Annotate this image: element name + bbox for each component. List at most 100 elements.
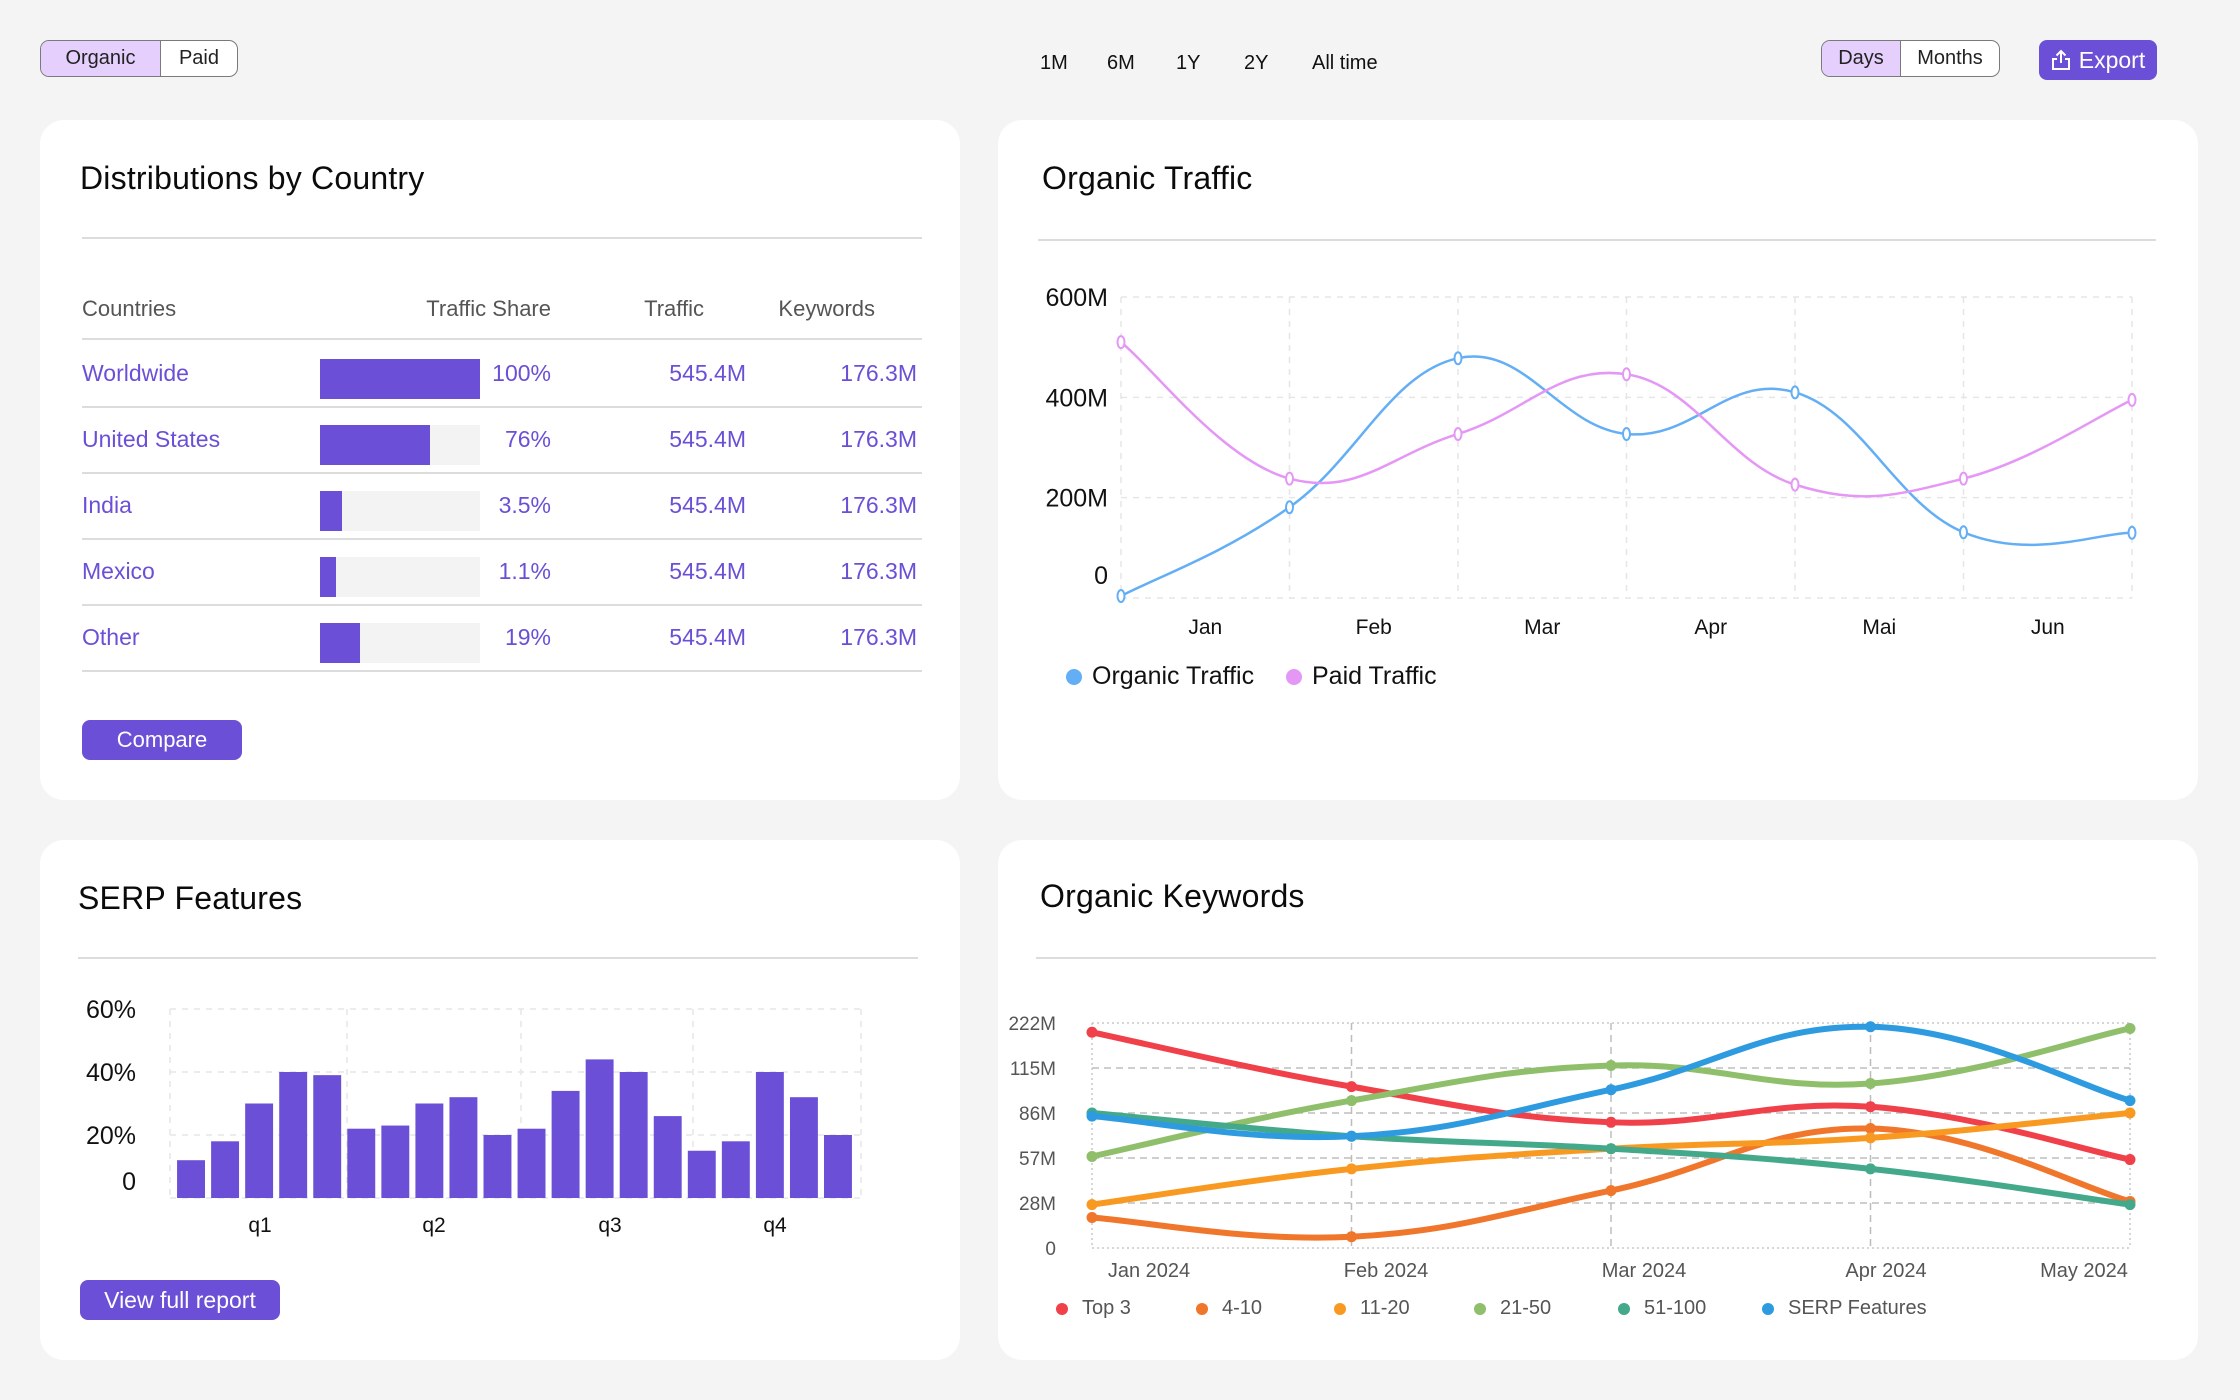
data-point <box>1605 1059 1617 1071</box>
legend-paid-traffic[interactable]: Paid Traffic <box>1286 662 1437 691</box>
range-2y[interactable]: 2Y <box>1244 52 1268 75</box>
data-point <box>1116 335 1126 350</box>
granularity-months-option[interactable]: Months <box>1900 41 1999 76</box>
traffic-share-fill <box>320 425 431 465</box>
country-link[interactable]: Other <box>82 624 140 651</box>
traffic-value: 545.4M <box>669 426 746 452</box>
data-point <box>1865 1132 1876 1144</box>
keywords-value: 176.3M <box>840 492 917 518</box>
traffic-share-bar <box>320 425 480 465</box>
legend-label: 51-100 <box>1644 1297 1707 1319</box>
traffic-share-bar <box>320 557 480 597</box>
data-point <box>2127 392 2137 407</box>
y-tick-label: 0 <box>1045 1239 1056 1260</box>
range-1y[interactable]: 1Y <box>1176 52 1200 75</box>
table-row: India 3.5% 545.4M 176.3M <box>82 472 922 540</box>
data-point <box>1453 426 1463 441</box>
y-tick-label: 20% <box>86 1122 136 1150</box>
y-tick-label: 0 <box>1094 562 1108 590</box>
data-point <box>1346 1095 1357 1107</box>
traffic-share-value: 76% <box>504 426 551 452</box>
legend-item-51-100[interactable]: 51-100 <box>1618 1297 1706 1320</box>
keywords-value: 176.3M <box>840 360 917 386</box>
data-point <box>1086 1110 1098 1122</box>
source-organic-option[interactable]: Organic <box>41 41 160 76</box>
data-point <box>1086 1150 1098 1162</box>
data-point <box>1865 1021 1876 1033</box>
column-header-countries: Countries <box>82 296 177 321</box>
y-tick-label: 28M <box>1019 1194 1056 1215</box>
country-link[interactable]: Mexico <box>82 558 155 585</box>
legend-organic-traffic[interactable]: Organic Traffic <box>1066 662 1254 691</box>
bar <box>381 1125 410 1198</box>
data-point <box>1605 1084 1617 1096</box>
x-tick-label: Jun <box>2031 616 2065 639</box>
legend-label: Organic Traffic <box>1092 662 1255 690</box>
data-point <box>1622 426 1631 441</box>
data-point <box>1605 1116 1617 1128</box>
export-button[interactable]: Export <box>2039 40 2157 80</box>
x-tick-label: May 2024 <box>2040 1260 2128 1282</box>
x-tick-label: Apr 2024 <box>1845 1260 1926 1282</box>
legend-label: 4-10 <box>1222 1297 1263 1319</box>
x-tick-label: Mai <box>1862 616 1896 639</box>
keywords-value: 176.3M <box>840 624 917 650</box>
y-tick-label: 600M <box>1045 284 1108 312</box>
y-tick-label: 222M <box>1008 1014 1056 1035</box>
organic-keywords-chart: 0 28M 57M 86M 115M 222M Jan 2024 Feb 2024 Mar 20… <box>1008 1014 2136 1282</box>
divider <box>82 237 922 239</box>
legend-item-serp-features[interactable]: SERP Features <box>1762 1297 1927 1320</box>
view-full-report-button[interactable]: View full report <box>80 1280 280 1320</box>
data-point <box>1605 1143 1617 1155</box>
range-6m[interactable]: 6M <box>1107 52 1135 75</box>
y-tick-label: 0 <box>122 1168 136 1196</box>
traffic-share-fill <box>320 623 360 663</box>
y-tick-label: 115M <box>1010 1059 1056 1080</box>
range-all-time[interactable]: All time <box>1312 52 1378 75</box>
bar <box>211 1141 240 1198</box>
data-point <box>2124 1022 2136 1034</box>
y-tick-label: 200M <box>1045 485 1108 513</box>
data-point <box>1959 525 1968 540</box>
serp-features-card: SERP Features 0 20% 40% 60% q1 q2 q3 q4 View fu… <box>40 840 960 1360</box>
series-line-organic-traffic <box>1120 355 2133 598</box>
legend-item-11-20[interactable]: 11-20 <box>1334 1297 1410 1320</box>
legend-label: SERP Features <box>1788 1297 1927 1319</box>
bar <box>279 1072 308 1198</box>
organic-keywords-card: Organic Keywords 0 28M 57M 86M 115M 222M Jan 2… <box>998 840 2198 1360</box>
legend-item-4-10[interactable]: 4-10 <box>1196 1297 1262 1320</box>
bar <box>245 1103 274 1198</box>
organic-traffic-card: Organic Traffic 0 200M 400M 600M Jan Feb Mar Ap… <box>998 120 2198 800</box>
data-point <box>1865 1078 1876 1090</box>
bar <box>619 1072 648 1198</box>
source-paid-option[interactable]: Paid <box>159 41 237 76</box>
legend-item-top-3[interactable]: Top 3 <box>1056 1297 1131 1320</box>
traffic-share-fill <box>320 359 480 399</box>
compare-button[interactable]: Compare <box>82 720 242 760</box>
x-tick-label: q4 <box>763 1214 787 1237</box>
legend-item-21-50[interactable]: 21-50 <box>1474 1297 1551 1320</box>
data-point <box>1086 1026 1098 1038</box>
x-tick-label: q1 <box>248 1214 271 1237</box>
data-point <box>1116 588 1126 603</box>
bar <box>721 1141 750 1198</box>
legend-dot-icon <box>1286 668 1302 685</box>
country-link[interactable]: United States <box>82 426 220 453</box>
x-tick-label: q2 <box>422 1214 445 1237</box>
organic-traffic-chart: 0 200M 400M 600M Jan Feb Mar Apr Mai Jun <box>1045 284 2137 639</box>
range-1m[interactable]: 1M <box>1040 52 1068 75</box>
bar <box>824 1135 852 1198</box>
legend-dot-icon <box>1196 1302 1208 1315</box>
y-tick-label: 60% <box>86 996 136 1024</box>
legend-dot-icon <box>1334 1302 1346 1315</box>
country-link[interactable]: India <box>82 492 132 519</box>
data-point <box>1086 1211 1098 1223</box>
data-point <box>1285 471 1294 486</box>
data-point <box>1865 1163 1876 1175</box>
traffic-share-bar <box>320 359 480 399</box>
granularity-days-option[interactable]: Days <box>1822 41 1900 76</box>
bar <box>483 1135 512 1198</box>
data-point <box>2124 1107 2136 1119</box>
country-link[interactable]: Worldwide <box>82 360 189 387</box>
keywords-value: 176.3M <box>840 426 917 452</box>
